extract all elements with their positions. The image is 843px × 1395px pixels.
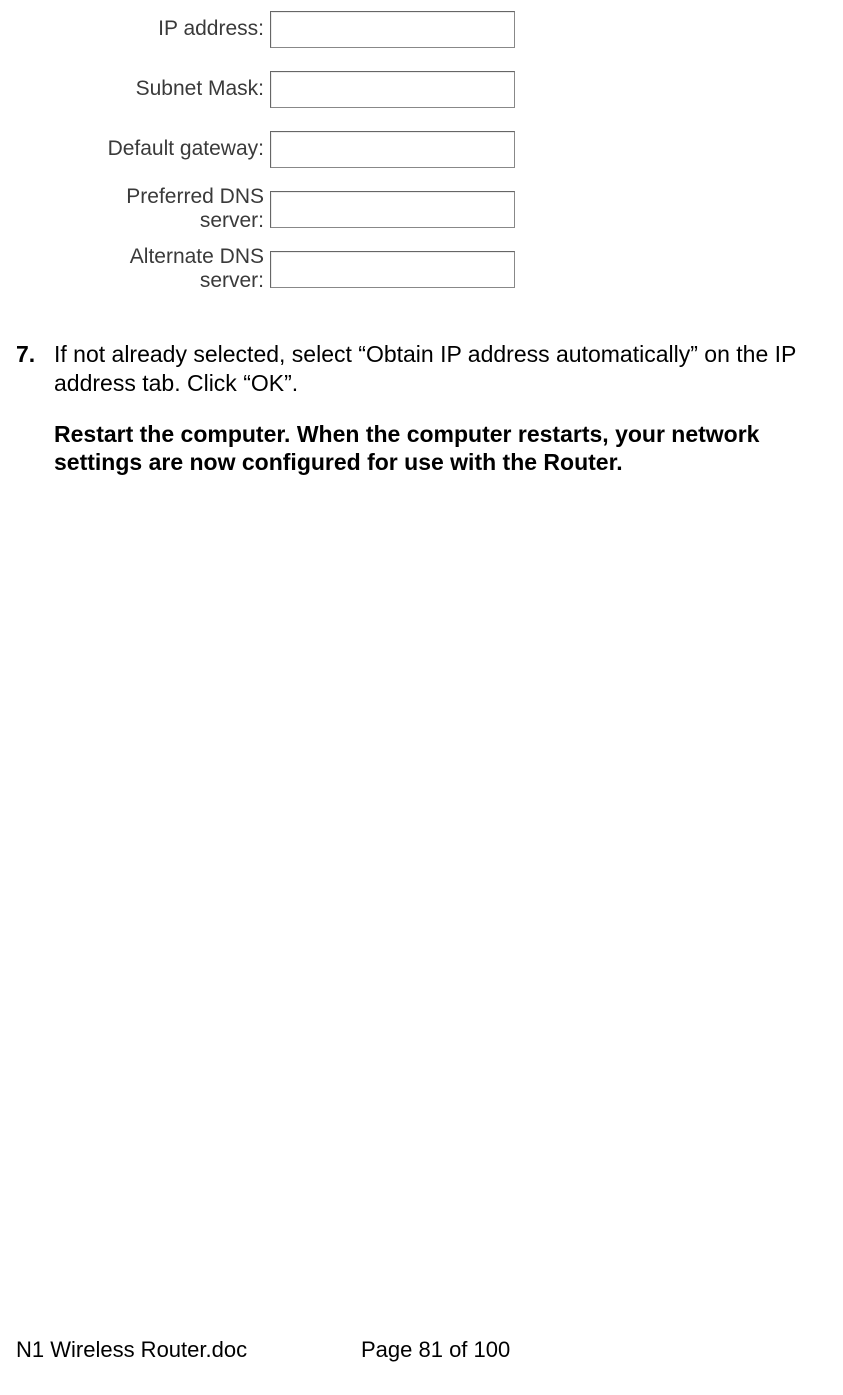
ip-address-input[interactable]	[270, 11, 515, 48]
step-text: If not already selected, select “Obtain …	[54, 340, 823, 398]
page-footer: N1 Wireless Router.doc Page 81 of 100	[16, 1337, 827, 1363]
ip-address-row: IP address:	[75, 8, 843, 50]
footer-doc-name: N1 Wireless Router.doc	[16, 1337, 361, 1363]
alternate-dns-row: Alternate DNS server:	[75, 248, 843, 290]
subnet-mask-label: Subnet Mask:	[75, 77, 270, 101]
preferred-dns-label: Preferred DNS server:	[75, 185, 270, 233]
step-bold-text: Restart the computer. When the computer …	[54, 420, 823, 478]
step-7: 7. If not already selected, select “Obta…	[16, 340, 823, 477]
step-body: If not already selected, select “Obtain …	[54, 340, 823, 477]
instruction-section: 7. If not already selected, select “Obta…	[0, 340, 843, 477]
default-gateway-input[interactable]	[270, 131, 515, 168]
footer-page-info: Page 81 of 100	[361, 1337, 510, 1363]
step-number: 7.	[16, 340, 54, 369]
alternate-dns-input[interactable]	[270, 251, 515, 288]
network-config-form: IP address: Subnet Mask: Default gateway…	[0, 0, 843, 290]
subnet-mask-input[interactable]	[270, 71, 515, 108]
preferred-dns-row: Preferred DNS server:	[75, 188, 843, 230]
alternate-dns-label: Alternate DNS server:	[75, 245, 270, 293]
default-gateway-row: Default gateway:	[75, 128, 843, 170]
default-gateway-label: Default gateway:	[75, 137, 270, 161]
preferred-dns-input[interactable]	[270, 191, 515, 228]
subnet-mask-row: Subnet Mask:	[75, 68, 843, 110]
ip-address-label: IP address:	[75, 17, 270, 41]
